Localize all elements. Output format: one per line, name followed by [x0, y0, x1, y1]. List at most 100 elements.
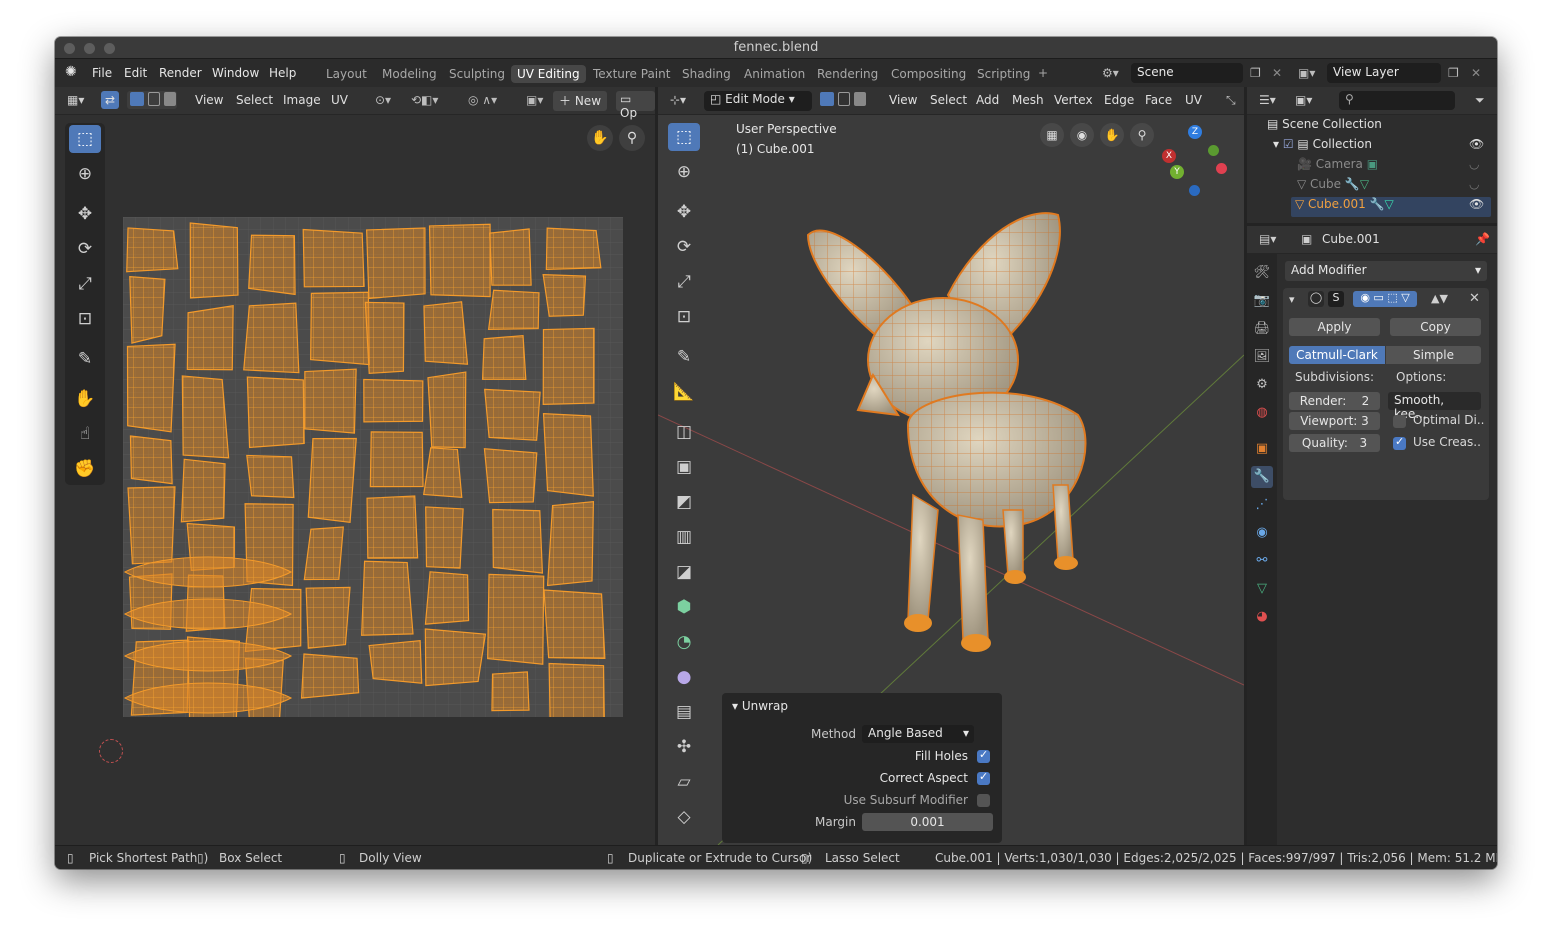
pan-view-icon[interactable]: ✋	[587, 125, 613, 151]
inset-tool-icon[interactable]: ▣	[668, 453, 700, 481]
uv-island[interactable]	[492, 509, 543, 574]
tweak-tool-icon[interactable]: ⬚	[69, 125, 101, 153]
uv-island[interactable]	[304, 369, 357, 434]
uv-island[interactable]	[484, 448, 537, 503]
delete-scene-icon[interactable]: ✕	[1272, 66, 1282, 80]
modifier-name-field[interactable]: S	[1328, 291, 1344, 307]
cursor-tool-icon[interactable]: ⊕	[69, 160, 101, 188]
outliner-search-input[interactable]: ⚲	[1339, 91, 1455, 110]
uv-island[interactable]	[484, 389, 541, 441]
knife-tool-icon[interactable]: ◪	[668, 558, 700, 586]
viewport-type-icon[interactable]: ⊹▾	[670, 93, 686, 107]
uv-island[interactable]	[306, 587, 351, 649]
add-modifier-dropdown[interactable]: Add Modifier ▾	[1285, 261, 1487, 281]
display-mode-icon[interactable]: ▣▾	[1295, 93, 1312, 107]
uv-island[interactable]	[130, 436, 173, 484]
uv-island[interactable]	[366, 227, 426, 299]
tab-rendering[interactable]: Rendering	[811, 65, 884, 83]
sync-selection-icon[interactable]: ⇄	[101, 91, 119, 109]
correct-aspect-checkbox[interactable]	[977, 770, 990, 785]
tab-animation[interactable]: Animation	[738, 65, 811, 83]
uv-grid-canvas[interactable]	[123, 217, 623, 717]
optimal-display-checkbox[interactable]	[1393, 415, 1406, 428]
uv-island[interactable]	[182, 375, 229, 458]
camera-view-icon[interactable]: ◉	[1070, 123, 1094, 147]
smooth-tool-icon[interactable]: ●	[668, 663, 700, 691]
uv-island[interactable]	[363, 379, 423, 422]
vp-menu-vertex[interactable]: Vertex	[1054, 93, 1093, 107]
pinch-tool-icon[interactable]: ✊	[69, 455, 101, 483]
physics-tab-icon[interactable]: ◉	[1251, 522, 1273, 544]
face-mode-icon[interactable]	[854, 92, 866, 106]
vp-move-tool-icon[interactable]: ✥	[668, 198, 700, 226]
copy-button[interactable]: Copy	[1390, 318, 1481, 336]
open-image-button[interactable]: ▭ Op	[616, 91, 655, 120]
uv-island[interactable]	[365, 302, 404, 374]
tab-compositing[interactable]: Compositing	[885, 65, 972, 83]
viewport-levels-field[interactable]: Viewport: 3	[1289, 412, 1380, 430]
vp-menu-select[interactable]: Select	[930, 93, 967, 107]
uv-menu-image[interactable]: Image	[283, 93, 321, 107]
rotate-tool-icon[interactable]: ⟳	[69, 235, 101, 263]
uv-island[interactable]	[361, 561, 413, 636]
gizmo-neg-x[interactable]	[1216, 163, 1227, 174]
vertex-mode-icon[interactable]	[820, 92, 834, 106]
grab-tool-icon[interactable]: ✋	[69, 385, 101, 413]
method-dropdown[interactable]: Angle Based ▾	[862, 725, 974, 743]
vp-menu-mesh[interactable]: Mesh	[1012, 93, 1044, 107]
vp-scale-tool-icon[interactable]: ⤢	[668, 268, 700, 296]
uv-island[interactable]	[488, 290, 539, 330]
particles-tab-icon[interactable]: ⋰	[1251, 494, 1273, 516]
vp-transform-tool-icon[interactable]: ⊡	[668, 303, 700, 331]
vp-menu-edge[interactable]: Edge	[1104, 93, 1134, 107]
poly-build-tool-icon[interactable]: ⬢	[668, 593, 700, 621]
uv-menu-uv[interactable]: UV	[331, 93, 348, 107]
render-levels-field[interactable]: Render: 2	[1289, 392, 1380, 410]
gizmo-y-axis[interactable]: Y	[1170, 165, 1184, 179]
margin-field[interactable]: 0.001	[862, 813, 993, 831]
uv-island[interactable]	[301, 654, 359, 699]
select-box-tool-icon[interactable]: ⬚	[668, 123, 700, 151]
use-subsurf-checkbox[interactable]	[977, 794, 990, 807]
menu-render[interactable]: Render	[159, 66, 202, 80]
transform-tool-icon[interactable]: ⊡	[69, 305, 101, 333]
uv-island[interactable]	[547, 501, 594, 586]
menu-help[interactable]: Help	[269, 66, 296, 80]
bevel-tool-icon[interactable]: ◩	[668, 488, 700, 516]
modifier-visibility-toggles[interactable]: ◉ ▭ ⬚ ▽	[1353, 291, 1417, 307]
uv-island[interactable]	[425, 571, 469, 625]
outliner-item-cube001[interactable]: ▽ Cube.001 🔧▽	[1291, 197, 1491, 217]
gizmo-neg-z[interactable]	[1189, 185, 1200, 196]
vp-rotate-tool-icon[interactable]: ⟳	[668, 233, 700, 261]
blender-logo-icon[interactable]: ✺	[65, 64, 77, 80]
uv-island[interactable]	[425, 629, 486, 686]
uv-island[interactable]	[308, 438, 357, 523]
tab-uv-editing[interactable]: UV Editing	[511, 65, 586, 83]
object-tab-icon[interactable]: ▣	[1251, 438, 1273, 460]
collection-row[interactable]: ▾ ☑ ▤ Collection	[1273, 137, 1372, 151]
view-layer-icon[interactable]: ▣▾	[1298, 66, 1315, 80]
modifier-tab-icon[interactable]: 🔧	[1251, 466, 1273, 488]
tool-tab-icon[interactable]: 🛠	[1251, 262, 1273, 284]
proportional-icon[interactable]: ◎ ∧▾	[468, 93, 497, 107]
pin-icon[interactable]: 📌	[1475, 232, 1490, 246]
measure-tool-icon[interactable]: 📐	[668, 378, 700, 406]
uv-island[interactable]	[543, 413, 594, 497]
vp-zoom-icon[interactable]: ⚲	[1130, 123, 1154, 147]
uv-island[interactable]	[310, 292, 370, 365]
scene-icon[interactable]: ⚙▾	[1102, 66, 1119, 80]
gizmo-neg-y[interactable]	[1208, 145, 1219, 156]
uv-island[interactable]	[369, 640, 422, 684]
tab-sculpting[interactable]: Sculpting	[443, 65, 511, 83]
vp-cursor-tool-icon[interactable]: ⊕	[668, 158, 700, 186]
move-modifier-icon[interactable]: ▲▼	[1431, 292, 1448, 305]
loop-cut-tool-icon[interactable]: ▥	[668, 523, 700, 551]
tab-shading[interactable]: Shading	[676, 65, 737, 83]
vp-menu-add[interactable]: Add	[976, 93, 999, 107]
add-workspace-icon[interactable]: +	[1038, 66, 1048, 80]
tab-layout[interactable]: Layout	[320, 65, 373, 83]
delete-view-layer-icon[interactable]: ✕	[1471, 66, 1481, 80]
new-image-button[interactable]: ＋ New	[553, 91, 608, 111]
navigation-gizmo[interactable]: Z X Y	[1158, 123, 1238, 203]
data-tab-icon[interactable]: ▽	[1251, 578, 1273, 600]
